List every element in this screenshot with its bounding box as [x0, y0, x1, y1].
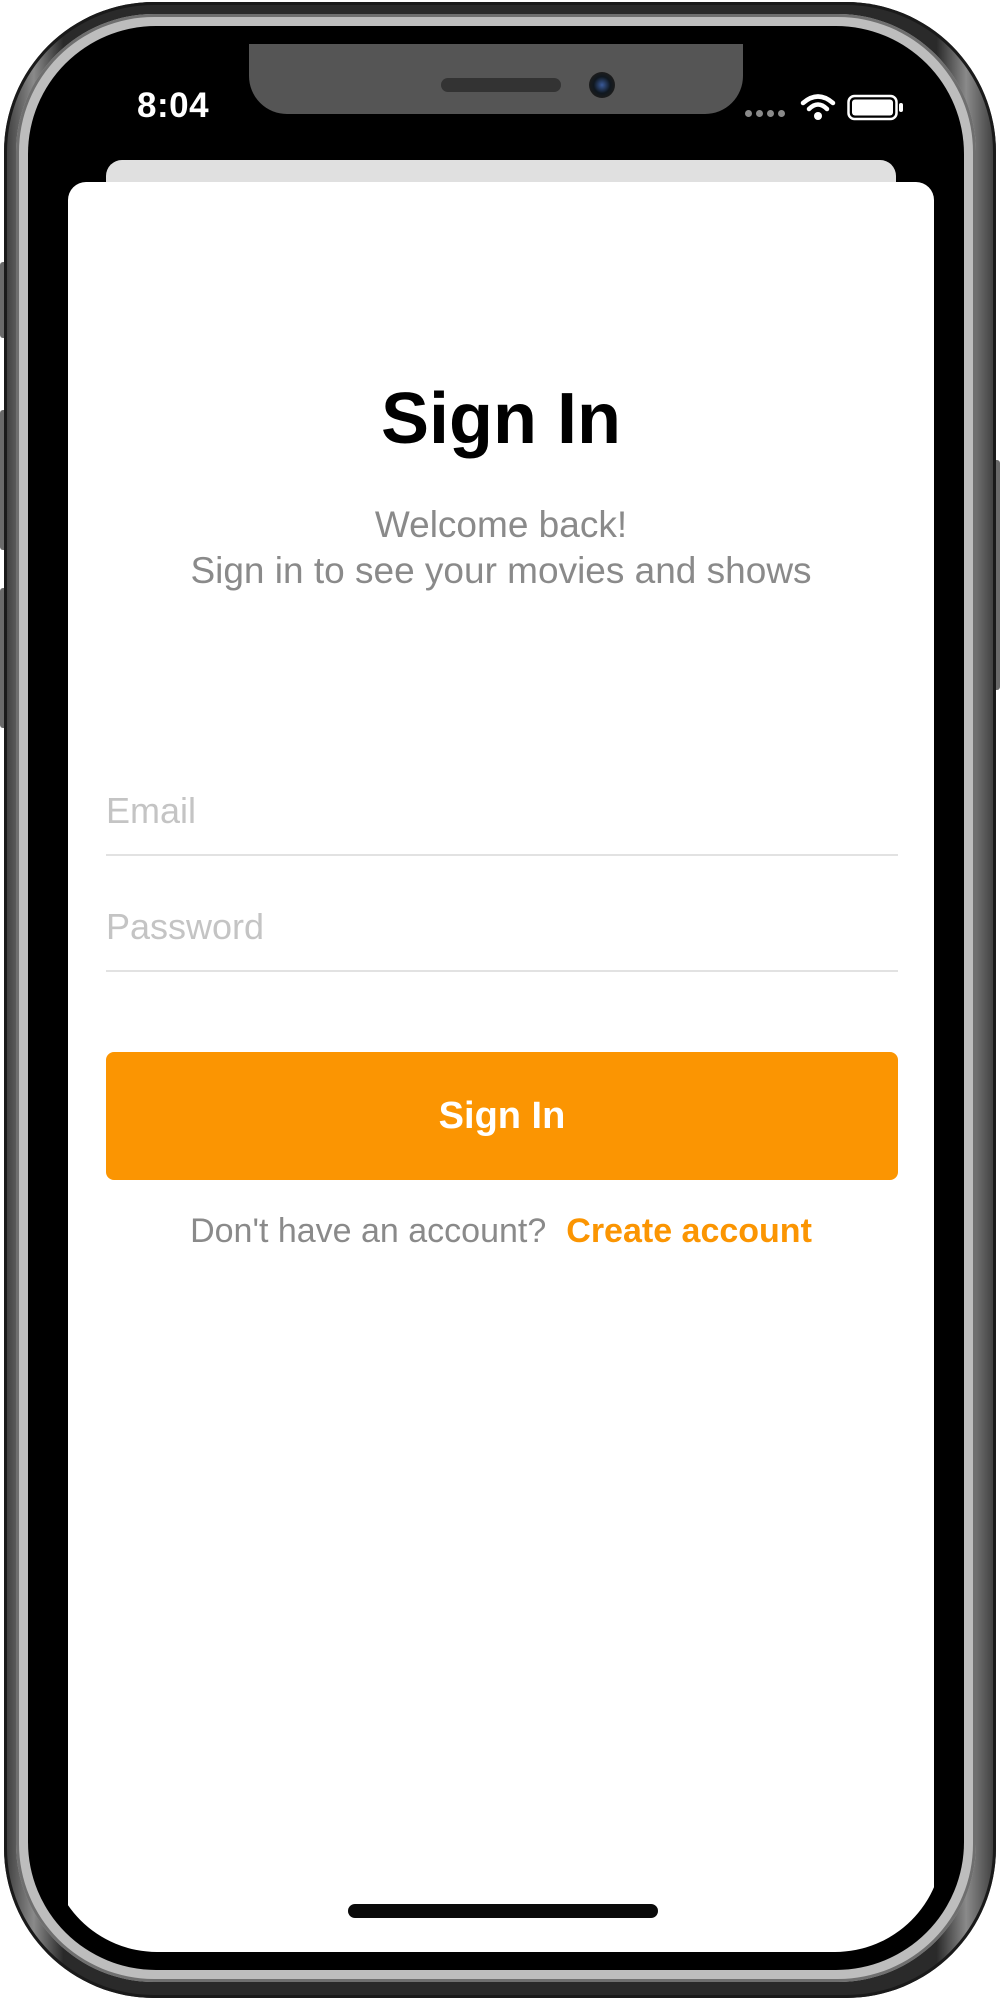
status-time: 8:04: [137, 86, 210, 125]
email-field: [106, 756, 898, 856]
page-title: Sign In: [381, 379, 621, 459]
sign-in-sheet: Sign In Welcome back! Sign in to see you…: [68, 182, 934, 1952]
home-indicator[interactable]: [348, 1904, 658, 1918]
create-account-prompt: Don't have an account? Create account: [68, 1212, 934, 1251]
status-icons: [745, 94, 905, 126]
phone-screen: 8:04 Sign In Welcome back! Sign in to se…: [49, 44, 943, 1952]
speaker-grille-icon: [441, 78, 561, 92]
password-input[interactable]: [106, 902, 898, 952]
page-subtitle: Welcome back! Sign in to see your movies…: [68, 502, 934, 594]
signal-dot: [778, 110, 785, 117]
sign-in-button[interactable]: Sign In: [106, 1052, 898, 1180]
wifi-icon: [800, 94, 836, 120]
email-input[interactable]: [106, 786, 898, 836]
create-account-link[interactable]: Create account: [566, 1212, 812, 1250]
battery-icon: [847, 94, 903, 121]
signal-dot: [756, 110, 763, 117]
subtitle-line-instructions: Sign in to see your movies and shows: [190, 550, 812, 591]
signal-dot: [767, 110, 774, 117]
device-stage: 8:04 Sign In Welcome back! Sign in to se…: [0, 0, 1000, 2000]
subtitle-line-welcome: Welcome back!: [374, 504, 628, 545]
signal-dot: [745, 110, 752, 117]
front-camera-icon: [589, 72, 615, 98]
password-field: [106, 872, 898, 972]
no-account-text: Don't have an account?: [190, 1212, 547, 1250]
